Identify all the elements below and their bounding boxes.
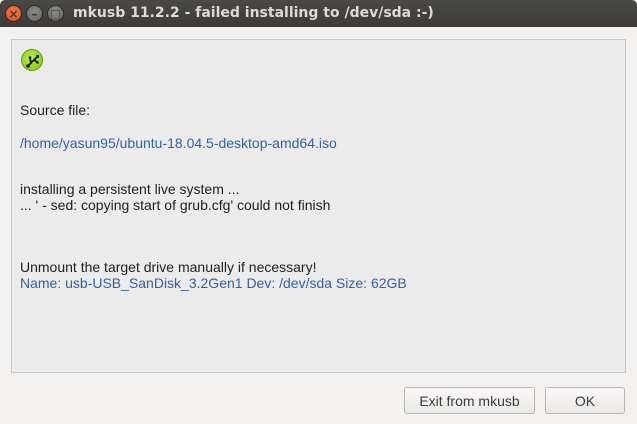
exit-from-mkusb-button[interactable]: Exit from mkusb — [404, 387, 535, 414]
status-line-error: ... ' - sed: copying start of grub.cfg' … — [20, 197, 331, 213]
close-window-button[interactable]: × — [5, 5, 22, 22]
source-file-label: Source file: — [20, 102, 91, 118]
usb-icon — [21, 49, 43, 71]
maximize-icon: □ — [49, 6, 62, 21]
source-file-path: /home/yasun95/ubuntu-18.04.5-desktop-amd… — [20, 135, 337, 151]
maximize-window-button[interactable]: □ — [47, 5, 64, 22]
message-panel: Source file: /home/yasun95/ubuntu-18.04.… — [11, 39, 626, 373]
usb-symbol-icon — [26, 55, 39, 68]
target-drive-info: Name: usb-USB_SanDisk_3.2Gen1 Dev: /dev/… — [20, 275, 407, 291]
ok-button[interactable]: OK — [545, 387, 625, 414]
close-icon: × — [8, 6, 19, 21]
title-bar[interactable]: × – □ mkusb 11.2.2 - failed installing t… — [0, 0, 637, 27]
status-line-installing: installing a persistent live system ... — [20, 181, 240, 197]
minimize-window-button[interactable]: – — [26, 5, 43, 22]
window-title: mkusb 11.2.2 - failed installing to /dev… — [73, 5, 434, 21]
minimize-icon: – — [31, 6, 38, 21]
unmount-note: Unmount the target drive manually if nec… — [20, 259, 317, 275]
